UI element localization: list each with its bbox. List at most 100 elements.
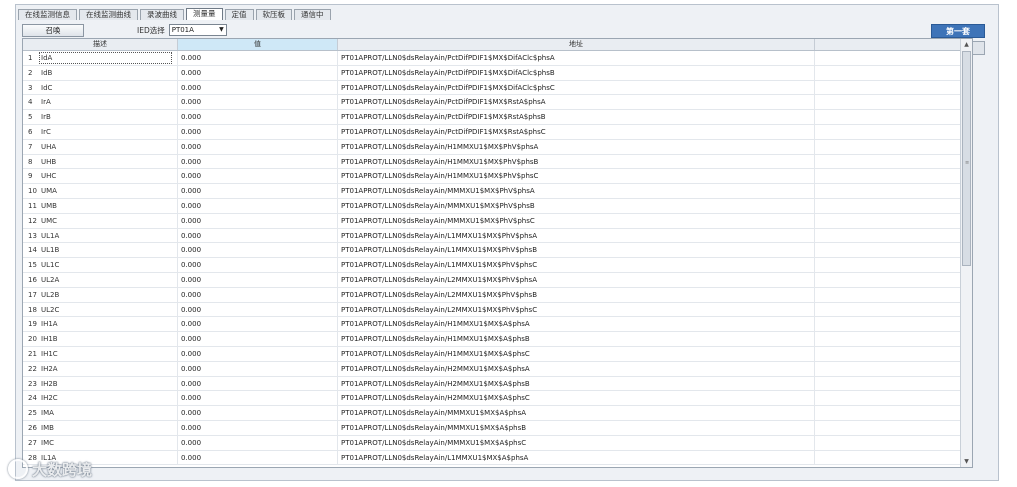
cell-address[interactable]: PT01APROT/LLN0$dsRelayAin/L2MMXU1$MX$PhV… [338, 302, 815, 317]
cell-value[interactable]: 0.000 [178, 450, 338, 465]
cell-value[interactable]: 0.000 [178, 376, 338, 391]
scrollbar-thumb[interactable]: ≡ [962, 51, 971, 266]
table-row[interactable]: 19 IH1A 0.000 PT01APROT/LLN0$dsRelayAin/H1M… [23, 317, 972, 333]
cell-value[interactable]: 0.000 [178, 51, 338, 65]
cell-description[interactable]: 10 UMA [23, 184, 178, 198]
table-row[interactable]: 13 UL1A 0.000 PT01APROT/LLN0$dsRelayAin/L1M… [23, 228, 972, 244]
cell-value[interactable]: 0.000 [178, 406, 338, 420]
table-row[interactable]: 2 IdB 0.000 PT01APROT/LLN0$dsRelayAin/PctDi… [23, 65, 972, 81]
cell-value[interactable]: 0.000 [178, 420, 338, 435]
column-header-value[interactable]: 值 [178, 39, 338, 50]
cell-value[interactable]: 0.000 [178, 169, 338, 184]
cell-address[interactable]: PT01APROT/LLN0$dsRelayAin/L1MMXU1$MX$PhV… [338, 243, 815, 258]
cell-value[interactable]: 0.000 [178, 302, 338, 317]
scroll-down-arrow-icon[interactable]: ▼ [961, 456, 972, 467]
cell-value[interactable]: 0.000 [178, 361, 338, 376]
cell-value[interactable]: 0.000 [178, 228, 338, 243]
ied-select-dropdown[interactable]: PT01A ▼ [168, 24, 227, 36]
cell-address[interactable]: PT01APROT/LLN0$dsRelayAin/MMMXU1$MX$A$ph… [338, 420, 815, 435]
cell-address[interactable]: PT01APROT/LLN0$dsRelayAin/L2MMXU1$MX$PhV… [338, 287, 815, 302]
table-row[interactable]: 8 UHB 0.000 PT01APROT/LLN0$dsRelayAin/H1MMX… [23, 154, 972, 170]
cell-value[interactable]: 0.000 [178, 287, 338, 302]
cell-description[interactable]: 9 UHC [23, 169, 178, 184]
cell-address[interactable]: PT01APROT/LLN0$dsRelayAin/PctDifPDIF1$MX… [338, 95, 815, 110]
cell-value[interactable]: 0.000 [178, 65, 338, 80]
cell-address[interactable]: PT01APROT/LLN0$dsRelayAin/PctDifPDIF1$MX… [338, 51, 815, 65]
table-row[interactable]: 9 UHC 0.000 PT01APROT/LLN0$dsRelayAin/H1MMX… [23, 169, 972, 185]
cell-description[interactable]: 15 UL1C [23, 258, 178, 272]
cell-address[interactable]: PT01APROT/LLN0$dsRelayAin/MMMXU1$MX$A$ph… [338, 435, 815, 450]
cell-address[interactable]: PT01APROT/LLN0$dsRelayAin/MMMXU1$MX$PhV$… [338, 184, 815, 198]
table-row[interactable]: 15 UL1C 0.000 PT01APROT/LLN0$dsRelayAin/L1M… [23, 258, 972, 273]
tab-wave-record-curve[interactable]: 录波曲线 [140, 9, 184, 20]
cell-value[interactable]: 0.000 [178, 272, 338, 287]
table-row[interactable]: 1 IdA 0.000 PT01APROT/LLN0$dsRelayAin/PctDi… [23, 51, 972, 66]
cell-description[interactable]: 17 UL2B [23, 287, 178, 302]
cell-address[interactable]: PT01APROT/LLN0$dsRelayAin/L1MMXU1$MX$A$p… [338, 450, 815, 465]
cell-description[interactable]: 1 IdA [23, 51, 178, 65]
vertical-scrollbar[interactable]: ▲ ≡ ▼ [960, 39, 972, 467]
tab-setting-value[interactable]: 定值 [224, 9, 254, 20]
table-row[interactable]: 21 IH1C 0.000 PT01APROT/LLN0$dsRelayAin/H1M… [23, 346, 972, 362]
cell-description[interactable]: 4 IrA [23, 95, 178, 110]
table-row[interactable]: 26 IMB 0.000 PT01APROT/LLN0$dsRelayAin/MMMX… [23, 420, 972, 436]
cell-address[interactable]: PT01APROT/LLN0$dsRelayAin/MMMXU1$MX$PhV$… [338, 198, 815, 213]
cell-value[interactable]: 0.000 [178, 213, 338, 228]
cell-address[interactable]: PT01APROT/LLN0$dsRelayAin/H1MMXU1$MX$PhV… [338, 169, 815, 184]
cell-address[interactable]: PT01APROT/LLN0$dsRelayAin/H1MMXU1$MX$A$p… [338, 346, 815, 361]
cell-value[interactable]: 0.000 [178, 184, 338, 198]
cell-value[interactable]: 0.000 [178, 95, 338, 110]
cell-value[interactable]: 0.000 [178, 198, 338, 213]
cell-description[interactable]: 13 UL1A [23, 228, 178, 243]
cell-description[interactable]: 18 UL2C [23, 302, 178, 317]
cell-address[interactable]: PT01APROT/LLN0$dsRelayAin/PctDifPDIF1$MX… [338, 124, 815, 139]
cell-address[interactable]: PT01APROT/LLN0$dsRelayAin/H2MMXU1$MX$A$p… [338, 391, 815, 406]
cell-description[interactable]: 23 IH2B [23, 376, 178, 391]
cell-value[interactable]: 0.000 [178, 124, 338, 139]
table-row[interactable]: 25 IMA 0.000 PT01APROT/LLN0$dsRelayAin/MMMX… [23, 406, 972, 421]
cell-value[interactable]: 0.000 [178, 258, 338, 272]
tab-online-monitor-info[interactable]: 在线监测信息 [18, 9, 77, 20]
cell-value[interactable]: 0.000 [178, 110, 338, 124]
cell-address[interactable]: PT01APROT/LLN0$dsRelayAin/L2MMXU1$MX$PhV… [338, 272, 815, 287]
table-row[interactable]: 10 UMA 0.000 PT01APROT/LLN0$dsRelayAin/MMMX… [23, 184, 972, 199]
cell-description[interactable]: 24 IH2C [23, 391, 178, 406]
tab-soft-plate[interactable]: 软压板 [255, 9, 292, 20]
cell-address[interactable]: PT01APROT/LLN0$dsRelayAin/H1MMXU1$MX$PhV… [338, 154, 815, 169]
cell-description[interactable]: 3 IdC [23, 80, 178, 95]
cell-value[interactable]: 0.000 [178, 154, 338, 169]
cell-address[interactable]: PT01APROT/LLN0$dsRelayAin/PctDifPDIF1$MX… [338, 80, 815, 95]
cell-address[interactable]: PT01APROT/LLN0$dsRelayAin/H2MMXU1$MX$A$p… [338, 376, 815, 391]
cell-description[interactable]: 26 IMB [23, 420, 178, 435]
column-header-address[interactable]: 地址 [338, 39, 815, 50]
table-row[interactable]: 18 UL2C 0.000 PT01APROT/LLN0$dsRelayAin/L2M… [23, 302, 972, 318]
cell-address[interactable]: PT01APROT/LLN0$dsRelayAin/L1MMXU1$MX$PhV… [338, 228, 815, 243]
cell-description[interactable]: 27 IMC [23, 435, 178, 450]
cell-value[interactable]: 0.000 [178, 435, 338, 450]
cell-address[interactable]: PT01APROT/LLN0$dsRelayAin/H1MMXU1$MX$A$p… [338, 332, 815, 346]
table-row[interactable]: 4 IrA 0.000 PT01APROT/LLN0$dsRelayAin/PctDi… [23, 95, 972, 111]
first-set-button[interactable]: 第一套 [931, 24, 985, 38]
cell-description[interactable]: 14 UL1B [23, 243, 178, 258]
cell-description[interactable]: 12 UMC [23, 213, 178, 228]
scroll-up-arrow-icon[interactable]: ▲ [961, 39, 972, 50]
table-row[interactable]: 12 UMC 0.000 PT01APROT/LLN0$dsRelayAin/MMMX… [23, 213, 972, 229]
table-row[interactable]: 6 IrC 0.000 PT01APROT/LLN0$dsRelayAin/PctDi… [23, 124, 972, 140]
cell-address[interactable]: PT01APROT/LLN0$dsRelayAin/H1MMXU1$MX$PhV… [338, 139, 815, 154]
cell-address[interactable]: PT01APROT/LLN0$dsRelayAin/MMMXU1$MX$PhV$… [338, 213, 815, 228]
table-row[interactable]: 14 UL1B 0.000 PT01APROT/LLN0$dsRelayAin/L1M… [23, 243, 972, 259]
cell-description[interactable]: 6 IrC [23, 124, 178, 139]
cell-description[interactable]: 19 IH1A [23, 317, 178, 332]
table-row[interactable]: 28 IL1A 0.000 PT01APROT/LLN0$dsRelayAin/L1M… [23, 450, 972, 466]
table-row[interactable]: 5 IrB 0.000 PT01APROT/LLN0$dsRelayAin/PctDi… [23, 110, 972, 125]
tab-online-monitor-curve[interactable]: 在线监测曲线 [79, 9, 138, 20]
cell-description[interactable]: 5 IrB [23, 110, 178, 124]
cell-value[interactable]: 0.000 [178, 317, 338, 332]
table-row[interactable]: 7 UHA 0.000 PT01APROT/LLN0$dsRelayAin/H1MMX… [23, 139, 972, 155]
cell-description[interactable]: 21 IH1C [23, 346, 178, 361]
table-row[interactable]: 24 IH2C 0.000 PT01APROT/LLN0$dsRelayAin/H2M… [23, 391, 972, 407]
table-row[interactable]: 23 IH2B 0.000 PT01APROT/LLN0$dsRelayAin/H2M… [23, 376, 972, 392]
column-header-description[interactable]: 描述 [23, 39, 178, 50]
cell-value[interactable]: 0.000 [178, 346, 338, 361]
cell-value[interactable]: 0.000 [178, 80, 338, 95]
